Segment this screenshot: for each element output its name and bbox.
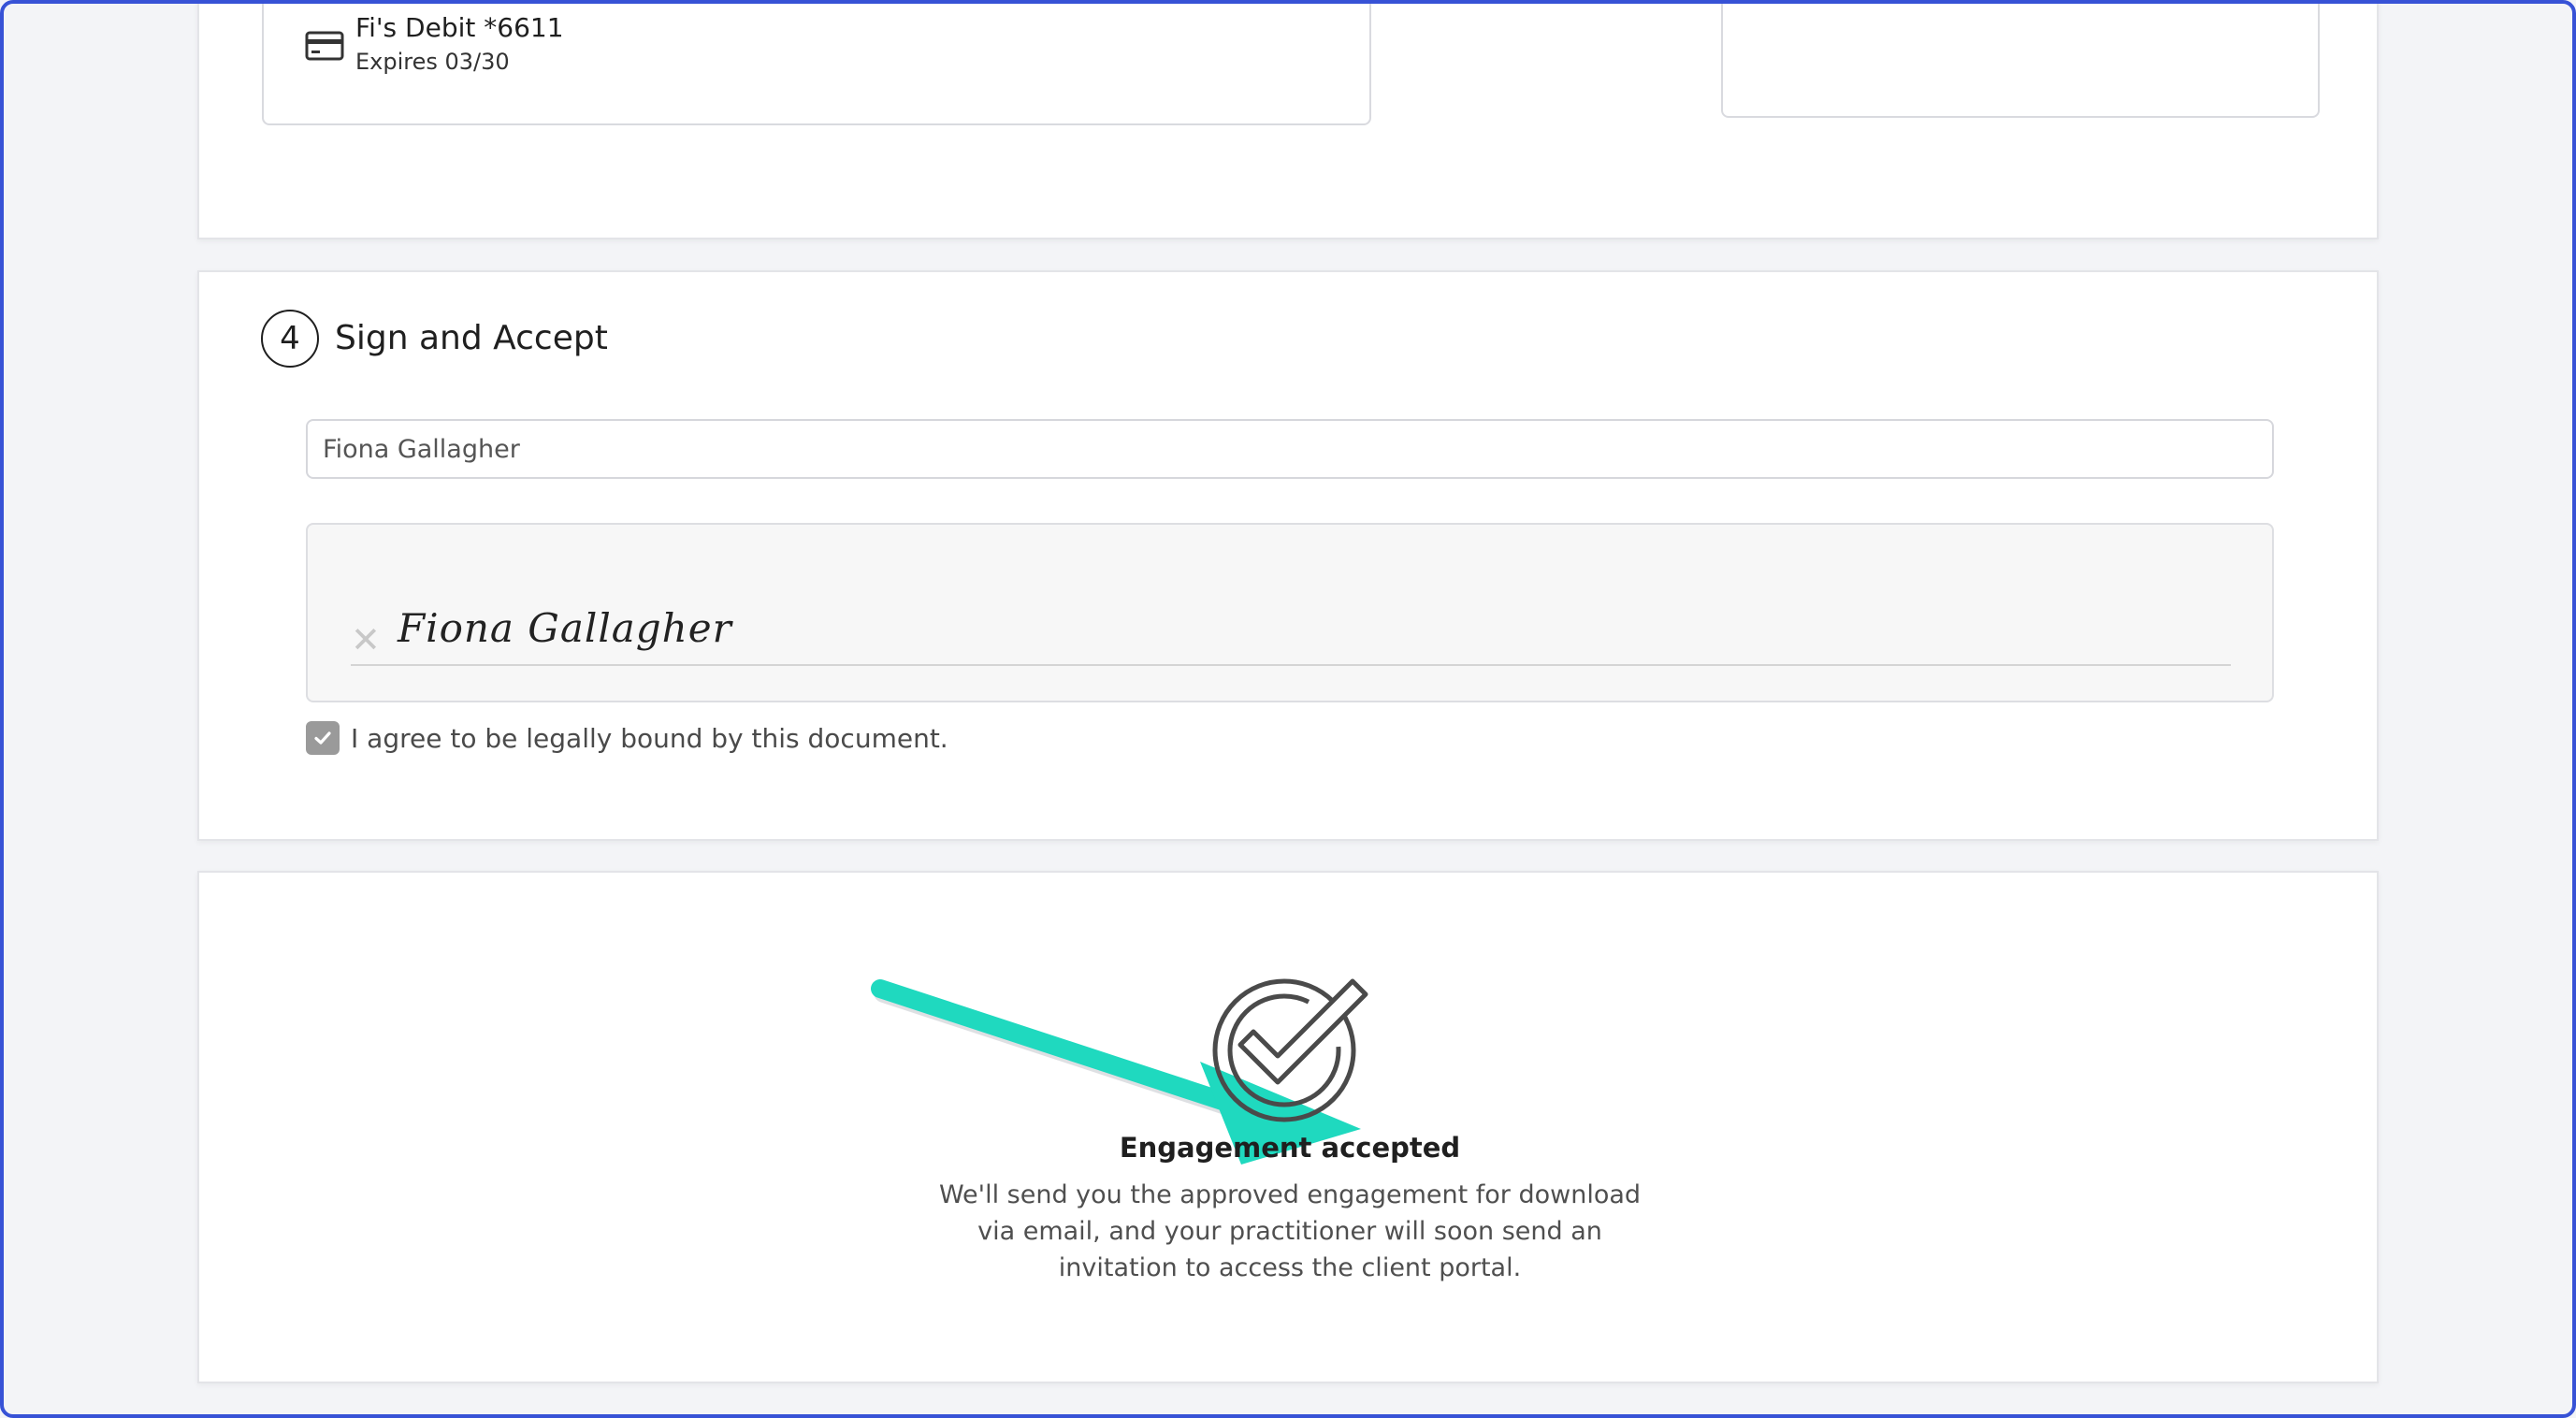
card-name: Fi's Debit *6611	[355, 12, 564, 43]
close-icon[interactable]: ✕	[351, 622, 381, 658]
signature-pad[interactable]: ✕ Fiona Gallagher	[306, 523, 2274, 702]
payment-method-card: Fi's Debit *6611 Expires 03/30	[197, 0, 2379, 239]
signature-text: Fiona Gallagher	[398, 605, 732, 651]
sign-and-accept-card: 4 Sign and Accept ✕ Fiona Gallagher I ag…	[197, 270, 2379, 841]
secondary-payment-box	[1721, 0, 2320, 118]
checkmark-icon	[314, 731, 331, 745]
agree-checkbox[interactable]	[306, 721, 340, 755]
confirmation-message: We'll send you the approved engagement f…	[938, 1180, 1642, 1282]
section-title: Sign and Accept	[335, 319, 608, 357]
full-name-input[interactable]	[306, 419, 2274, 479]
card-expiry: Expires 03/30	[355, 49, 510, 75]
credit-card-icon	[305, 31, 344, 61]
signature-line	[351, 664, 2231, 666]
confirmation-title: Engagement accepted	[1119, 1132, 1461, 1164]
confirmation-card: Engagement accepted We'll send you the a…	[197, 871, 2379, 1383]
saved-card-option[interactable]: Fi's Debit *6611 Expires 03/30	[262, 0, 1371, 125]
agree-label: I agree to be legally bound by this docu…	[351, 723, 948, 754]
step-number-badge: 4	[261, 310, 319, 368]
check-circle-icon	[1212, 978, 1368, 1122]
